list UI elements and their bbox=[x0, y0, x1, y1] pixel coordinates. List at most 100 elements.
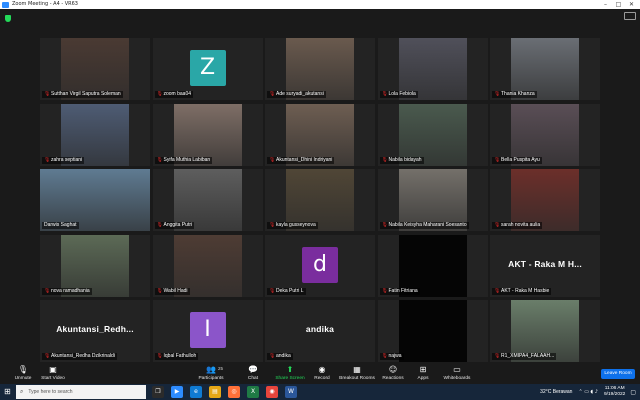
participant-tile[interactable]: andika 🎙 andika bbox=[265, 300, 375, 362]
start-video-label: Start Video bbox=[41, 376, 65, 381]
participant-tile[interactable]: 🎙 Thania Khanza bbox=[490, 38, 600, 100]
participant-tile[interactable]: 🎙 zahra septiani bbox=[40, 103, 150, 166]
participant-name: Anggita Putri bbox=[163, 222, 193, 228]
muted-microphone-icon: 🎙 bbox=[156, 156, 163, 163]
participant-tile[interactable]: 🎙 Nabila Keisyha Maharani Soesanto bbox=[377, 169, 488, 231]
maximize-button[interactable]: □ bbox=[612, 0, 625, 9]
participant-name: Akuntansi_Dhini Indriyani bbox=[276, 156, 333, 163]
muted-microphone-icon: 🎙 bbox=[269, 287, 276, 294]
participant-name-tag: 🎙 najwa bbox=[379, 353, 404, 360]
breakout-rooms-button[interactable]: ▦ Breakout Rooms bbox=[337, 364, 377, 382]
record-label: Record bbox=[314, 376, 330, 381]
file-explorer-icon[interactable]: ▤ bbox=[209, 386, 221, 398]
participant-name-tag: 🎙 Lola Febiola bbox=[379, 91, 418, 98]
start-video-button[interactable]: ▣ Start Video bbox=[33, 364, 73, 382]
muted-microphone-icon: 🎙 bbox=[269, 91, 276, 97]
participant-name-tag: 🎙 Bella Puspita Ayu bbox=[492, 156, 542, 164]
participant-tile[interactable]: 🎙 Bella Puspita Ayu bbox=[490, 103, 600, 166]
weather-widget[interactable]: 32°C Berawan bbox=[540, 389, 572, 395]
tray-icons[interactable]: ⌃ ▭ ◖ ♪ bbox=[578, 389, 598, 395]
participants-button[interactable]: 👥 25 Participants bbox=[191, 364, 231, 382]
participant-tile[interactable]: 🎙 Syifa Muthia Labiban bbox=[152, 103, 263, 166]
participant-tile[interactable]: Z 🎙 zoom baa04 bbox=[152, 38, 263, 100]
participant-name: zahra septiani bbox=[51, 156, 83, 163]
taskbar-search-box[interactable]: ⌕ Type here to search bbox=[16, 385, 146, 399]
whiteboards-button[interactable]: ▭ Whiteboards bbox=[437, 364, 477, 382]
participant-name-tag: 🎙 Syifa Muthia Labiban bbox=[154, 156, 213, 164]
muted-microphone-icon: 🎙 bbox=[494, 287, 501, 294]
view-layout-icon[interactable] bbox=[624, 12, 636, 20]
excel-icon[interactable]: X bbox=[247, 386, 259, 398]
breakout-rooms-icon: ▦ bbox=[353, 365, 361, 374]
taskbar-apps: ❐ ▶ e ▤ ◎ X ◉ W bbox=[152, 386, 304, 398]
minimize-button[interactable]: – bbox=[599, 0, 612, 9]
chrome-icon[interactable]: ◉ bbox=[266, 386, 278, 398]
muted-microphone-icon: 🎙 bbox=[156, 91, 163, 97]
participant-tile[interactable]: 🎙 Sutthan Virgil Saputra Soleman bbox=[40, 38, 150, 100]
participant-tile[interactable]: 🎙 R1_XMIPA4_FALAAH... bbox=[490, 300, 600, 362]
firefox-icon[interactable]: ◎ bbox=[228, 386, 240, 398]
participant-tile[interactable]: 🎙 Lola Febiola bbox=[377, 38, 488, 100]
participant-display-name: andika bbox=[305, 324, 335, 334]
participant-name: nova ramadhania bbox=[51, 287, 90, 294]
participant-display-name: AKT - Raka M H... bbox=[508, 258, 582, 269]
participant-name-tag: 🎙 Anggita Putri bbox=[154, 222, 195, 229]
participant-name-tag: 🎙 sarah novita aulia bbox=[492, 222, 543, 229]
participant-tile[interactable]: I 🎙 Iqbal Fathulloh bbox=[152, 300, 263, 362]
participant-tile[interactable]: 🎙 sarah novita aulia bbox=[490, 169, 600, 231]
muted-microphone-icon: 🎙 bbox=[44, 287, 51, 294]
windows-start-icon[interactable]: ⊞ bbox=[4, 388, 12, 396]
participants-count: 25 bbox=[218, 366, 224, 371]
participant-name-tag: 🎙 Nabila Keisyha Maharani Soesanto bbox=[379, 222, 469, 229]
participant-tile[interactable]: Akuntansi_Redh... 🎙 Akuntansi_Redha Dzikri… bbox=[40, 300, 150, 362]
participant-tile[interactable]: 🎙 Anggita Putri bbox=[152, 169, 263, 231]
participant-display-name: Akuntansi_Redh... bbox=[56, 324, 134, 334]
security-shield-icon[interactable] bbox=[5, 15, 11, 22]
muted-microphone-icon: 🎙 bbox=[269, 222, 276, 228]
participant-name-tag: 🎙 Fatin Fitriana bbox=[379, 287, 420, 295]
breakout-rooms-label: Breakout Rooms bbox=[339, 376, 375, 381]
participant-name: AKT - Raka M Hasbie bbox=[501, 287, 550, 294]
participant-name: Nabila Keisyha Maharani Soesanto bbox=[388, 222, 467, 228]
participant-tile[interactable]: 🎙 Ade suryadi_akutansi bbox=[265, 38, 375, 100]
participant-tile[interactable]: 🎙 kayla gusseynova bbox=[265, 169, 375, 231]
chat-button[interactable]: 💬 Chat bbox=[233, 364, 273, 382]
close-button[interactable]: ✕ bbox=[625, 0, 638, 9]
zoom-app-window: Zoom Meeting - A4 - VR63 – □ ✕ 🎙 Sutthan … bbox=[0, 0, 640, 400]
participant-name: Sutthan Virgil Saputra Soleman bbox=[51, 91, 121, 97]
participant-name: Lola Febiola bbox=[388, 91, 416, 97]
participant-name-tag: 🎙 Nabila bidayah bbox=[379, 156, 424, 164]
participant-tile[interactable]: 🎙 nova ramadhania bbox=[40, 234, 150, 297]
participant-name-tag: 🎙 Thania Khanza bbox=[492, 91, 537, 98]
participant-tile[interactable]: d 🎙 Deka Putri L bbox=[265, 234, 375, 297]
participant-tile[interactable]: 🎙 Nabila bidayah bbox=[377, 103, 488, 166]
muted-microphone-icon: 🎙 bbox=[156, 287, 163, 294]
word-icon[interactable]: W bbox=[285, 386, 297, 398]
zoom-app-icon bbox=[2, 1, 9, 8]
participant-tile[interactable]: 🎙 Fatin Fitriana bbox=[377, 234, 488, 297]
participant-tile[interactable]: Darwis Saghat bbox=[40, 169, 150, 231]
whiteboard-icon: ▭ bbox=[453, 365, 461, 374]
clock[interactable]: 11:06 AM 9/19/2022 bbox=[604, 386, 625, 398]
record-button[interactable]: ◉ Record bbox=[302, 364, 342, 382]
participant-name: najwa bbox=[388, 353, 402, 359]
participant-name-tag: 🎙 Ade suryadi_akutansi bbox=[267, 91, 326, 98]
muted-microphone-icon: 🎙 bbox=[494, 222, 501, 228]
participant-tile[interactable]: 🎙 Wabil Hadi bbox=[152, 234, 263, 297]
participant-tile[interactable]: 🎙 najwa bbox=[377, 300, 488, 362]
participant-name: kayla gusseynova bbox=[276, 222, 316, 228]
notification-icon[interactable]: ▢ bbox=[630, 389, 636, 396]
record-icon: ◉ bbox=[318, 365, 326, 374]
participant-tile[interactable]: AKT - Raka M H... 🎙 AKT - Raka M Hasbie bbox=[490, 234, 600, 297]
task-view-icon[interactable]: ❐ bbox=[152, 386, 164, 398]
muted-microphone-icon: 🎙 bbox=[44, 156, 51, 163]
participant-name-tag: 🎙 AKT - Raka M Hasbie bbox=[492, 287, 552, 295]
participant-tile[interactable]: 🎙 Akuntansi_Dhini Indriyani bbox=[265, 103, 375, 166]
edge-browser-icon[interactable]: e bbox=[190, 386, 202, 398]
leave-room-button[interactable]: Leave Room bbox=[601, 369, 635, 379]
meeting-area: 🎙 Sutthan Virgil Saputra Soleman Z 🎙 zoom ba… bbox=[0, 9, 640, 362]
windows-taskbar: ⊞ ⌕ Type here to search ❐ ▶ e ▤ ◎ X ◉ W … bbox=[0, 384, 640, 400]
muted-microphone-icon: 🎙 bbox=[156, 353, 163, 359]
zoom-taskbar-icon[interactable]: ▶ bbox=[171, 386, 183, 398]
participant-name-tag: 🎙 R1_XMIPA4_FALAAH... bbox=[492, 353, 557, 360]
